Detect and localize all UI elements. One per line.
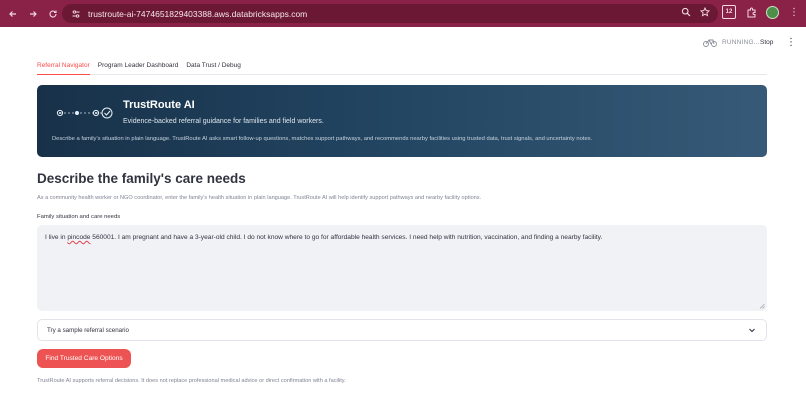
tab-referral-navigator[interactable]: Referral Navigator [37, 62, 90, 75]
page-title: Describe the family's care needs [37, 171, 246, 186]
hero-banner: TrustRoute AI Evidence-backed referral g… [37, 85, 767, 157]
running-status: RUNNING... [722, 38, 760, 46]
textarea-spellcheck-word: pincode [67, 234, 91, 241]
situation-textarea[interactable]: I live in pincode 560001. I am pregnant … [37, 225, 767, 311]
reload-icon[interactable] [45, 6, 61, 22]
find-trusted-care-button[interactable]: Find Trusted Care Options [37, 349, 131, 368]
zoom-icon[interactable] [681, 7, 691, 20]
profile-avatar[interactable] [766, 5, 779, 19]
trustroute-logo-icon [56, 104, 114, 127]
bookmark-star-icon[interactable] [699, 6, 711, 20]
disclaimer-text: TrustRoute AI supports referral decision… [37, 378, 346, 384]
chevron-down-icon [748, 326, 756, 336]
nav-buttons [5, 6, 61, 22]
back-arrow-icon[interactable] [5, 6, 21, 22]
hero-description: Describe a family's situation in plain l… [52, 136, 593, 142]
situation-field-label: Family situation and care needs [37, 214, 121, 220]
tab-data-trust-debug[interactable]: Data Trust / Debug [186, 62, 241, 75]
stop-button[interactable]: Stop [760, 39, 773, 46]
hero-title: TrustRoute AI [123, 99, 195, 111]
extension-badge[interactable]: 12 [722, 5, 736, 19]
browser-toolbar: trustroute-ai-7474651829403388.aws.datab… [0, 0, 806, 27]
app-menu-icon[interactable]: ⋮ [786, 37, 796, 48]
bike-icon [703, 37, 717, 47]
sample-scenario-label: Try a sample referral scenario [47, 326, 129, 334]
intro-text: As a community health worker or NGO coor… [37, 195, 482, 201]
tab-program-leader-dashboard[interactable]: Program Leader Dashboard [98, 62, 179, 75]
tab-bar: Referral Navigator Program Leader Dashbo… [37, 62, 249, 75]
running-indicator: RUNNING... [703, 37, 760, 47]
hero-subtitle: Evidence-backed referral guidance for fa… [123, 118, 324, 125]
url-text: trustroute-ai-7474651829403388.aws.datab… [88, 8, 308, 19]
extensions-area: 12 ⋮ [722, 5, 801, 19]
forward-arrow-icon[interactable] [25, 6, 41, 22]
sample-scenario-select[interactable]: Try a sample referral scenario [37, 319, 767, 341]
site-settings-icon[interactable] [70, 8, 82, 20]
resize-handle-icon[interactable] [759, 303, 765, 309]
textarea-text-start: I live in [45, 234, 68, 241]
textarea-text-rest: 560001. I am pregnant and have a 3-year-… [90, 234, 603, 241]
extensions-icon[interactable] [744, 5, 758, 19]
browser-menu-icon[interactable]: ⋮ [787, 5, 801, 19]
address-bar[interactable]: trustroute-ai-7474651829403388.aws.datab… [62, 4, 718, 23]
